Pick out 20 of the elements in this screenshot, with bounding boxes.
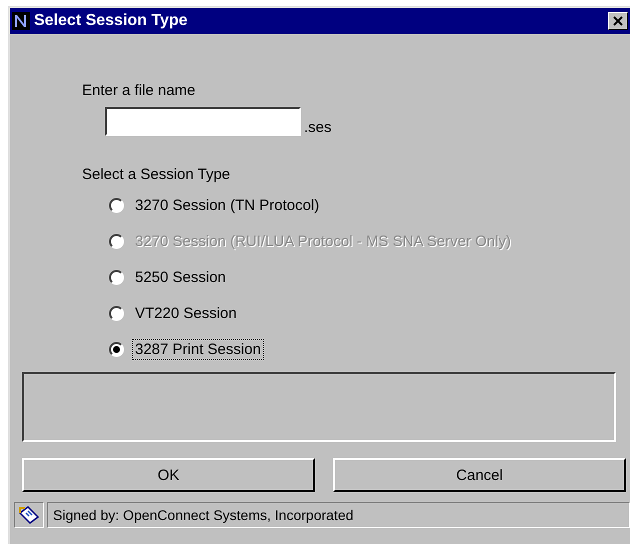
- close-icon: [613, 16, 623, 26]
- radio-button[interactable]: [109, 198, 124, 213]
- radio-button[interactable]: [109, 342, 124, 357]
- radio-label[interactable]: 3287 Print Session: [132, 339, 264, 360]
- close-button[interactable]: [608, 12, 628, 30]
- radio-label[interactable]: 5250 Session: [132, 267, 229, 288]
- section-label: Select a Session Type: [82, 166, 232, 183]
- file-name-field[interactable]: [105, 107, 301, 136]
- certificate-icon: [18, 505, 40, 525]
- window-title: Select Session Type: [34, 12, 189, 30]
- radio-label[interactable]: 3270 Session (TN Protocol): [132, 195, 322, 216]
- file-extension: .ses: [304, 119, 332, 136]
- status-text: Signed by: OpenConnect Systems, Incorporated: [47, 502, 630, 528]
- ok-button[interactable]: OK: [22, 458, 315, 492]
- radio-label[interactable]: VT220 Session: [132, 303, 240, 324]
- app-logo-icon: [12, 12, 30, 30]
- field-label: Enter a file name: [82, 82, 196, 99]
- radio-button[interactable]: [109, 306, 124, 321]
- cancel-button[interactable]: Cancel: [333, 458, 626, 492]
- radio-button[interactable]: [109, 270, 124, 285]
